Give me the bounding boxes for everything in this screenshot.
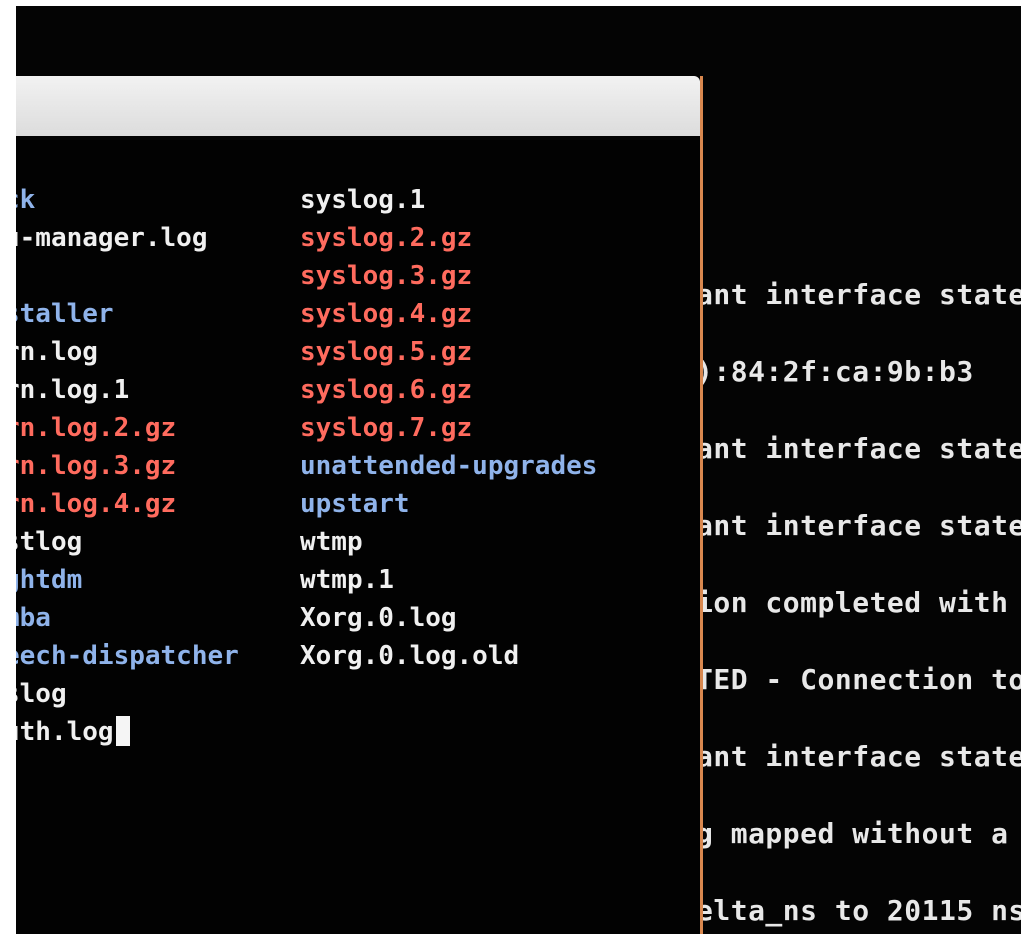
file-entry: staller [16, 299, 114, 329]
bg-terminal-line: TED - Connection to [696, 663, 1021, 696]
bg-terminal-line: ant interface state [696, 432, 1021, 465]
file-entry: syslog.4.gz [300, 299, 473, 329]
file-entry: uth.log [16, 717, 114, 747]
bg-terminal-line: g mapped without a [696, 817, 1009, 850]
screen: ant interface state ):84:2f:ca:9b:b3 ant… [16, 6, 1021, 934]
bg-terminal-line: ):84:2f:ca:9b:b3 [696, 355, 974, 388]
text-cursor [115, 716, 130, 746]
file-entry: unattended-upgrades [300, 451, 598, 481]
file-entry: syslog.1 [300, 185, 426, 215]
file-entry: slog [16, 679, 67, 709]
file-entry: wtmp.1 [300, 565, 394, 595]
file-entry: Xorg.0.log.old [300, 641, 520, 671]
file-entry: rn.log.1 [16, 375, 130, 405]
file-entry: wtmp [300, 527, 363, 557]
bg-terminal-line: ant interface state [696, 509, 1021, 542]
file-entry: eech-dispatcher [16, 641, 239, 671]
file-entry: syslog.6.gz [300, 375, 473, 405]
bg-terminal-line: elta_ns to 20115 ns [696, 894, 1021, 927]
file-entry: u-manager.log [16, 223, 208, 253]
bg-terminal-line: ant interface state [696, 740, 1021, 773]
file-entry: ck [16, 185, 36, 215]
bg-terminal-line: ion completed with [696, 586, 1009, 619]
file-entry: syslog.5.gz [300, 337, 473, 367]
file-entry: ghtdm [16, 565, 83, 595]
file-entry: rn.log.3.gz [16, 451, 177, 481]
file-entry: stlog [16, 527, 83, 557]
bg-terminal-line: ant interface state [696, 278, 1021, 311]
terminal-window[interactable]: ck u-manager.log staller rn.log rn.log.1… [16, 76, 703, 934]
file-entry: syslog.7.gz [300, 413, 473, 443]
command-prompt-line[interactable]: uth.log [16, 713, 130, 751]
file-entry: rn.log [16, 337, 98, 367]
file-entry: rn.log.4.gz [16, 489, 177, 519]
terminal-output[interactable]: ck u-manager.log staller rn.log rn.log.1… [16, 136, 700, 934]
file-entry: upstart [300, 489, 410, 519]
file-entry: syslog.2.gz [300, 223, 473, 253]
file-entry: syslog.3.gz [300, 261, 473, 291]
file-entry: mba [16, 603, 51, 633]
file-entry: rn.log.2.gz [16, 413, 177, 443]
file-entry: Xorg.0.log [300, 603, 457, 633]
window-titlebar[interactable] [16, 76, 700, 136]
